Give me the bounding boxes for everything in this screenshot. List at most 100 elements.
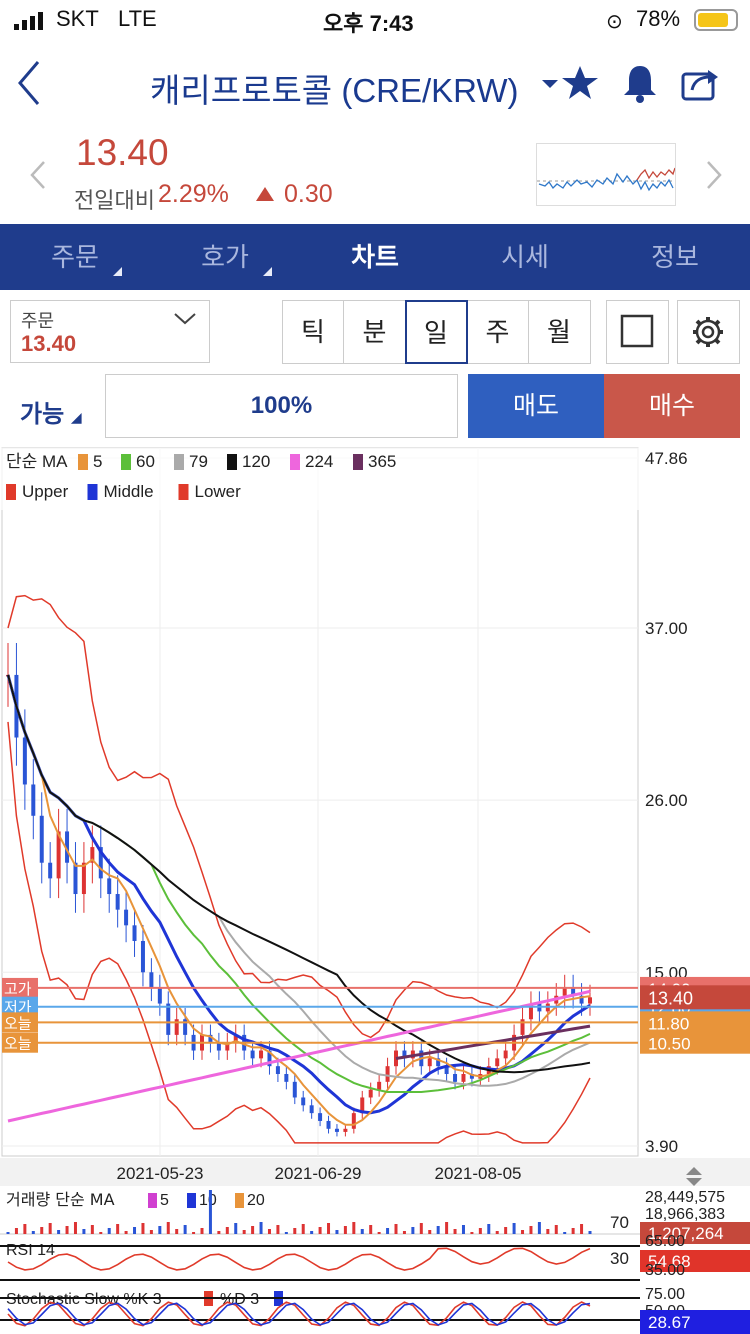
settings-button[interactable] <box>677 300 740 364</box>
rsi-level-label: 70 <box>610 1213 629 1232</box>
volume-bar <box>310 1231 314 1234</box>
volume-bar <box>335 1230 339 1234</box>
tab-info[interactable]: 정보 <box>600 224 750 290</box>
volume-bar <box>352 1222 356 1234</box>
sell-button[interactable]: 매도 <box>468 374 604 438</box>
volume-bar <box>141 1223 145 1234</box>
buy-button[interactable]: 매수 <box>604 374 740 438</box>
candle-body <box>318 1113 323 1121</box>
period-minute[interactable]: 분 <box>343 300 406 364</box>
legend-band: Middle <box>104 482 154 501</box>
ma-legend-label: 단순 MA <box>6 452 68 471</box>
mini-chart[interactable] <box>536 143 676 206</box>
prev-icon[interactable] <box>28 160 48 190</box>
legend-swatch <box>187 1193 196 1208</box>
up-triangle-icon <box>256 187 274 201</box>
volume-bar <box>208 1190 212 1234</box>
volume-bar <box>57 1230 61 1234</box>
candle-body <box>73 862 78 895</box>
period-day[interactable]: 일 <box>404 300 468 364</box>
volume-bar <box>99 1232 103 1234</box>
back-icon[interactable] <box>14 58 44 108</box>
chevron-down-icon[interactable] <box>540 78 560 90</box>
candle-body <box>157 987 162 1004</box>
volume-bar <box>276 1225 280 1234</box>
page-title[interactable]: 캐리프로토콜 (CRE/KRW) <box>150 64 519 112</box>
volume-bar <box>107 1228 111 1234</box>
volume-bar <box>23 1224 27 1234</box>
x-tick-label: 2021-05-23 <box>117 1164 204 1183</box>
volume-label: 거래량 단순 MA <box>6 1190 115 1209</box>
volume-bar <box>293 1228 297 1234</box>
y-tick-label: 37.00 <box>645 619 688 638</box>
candle-body <box>377 1081 382 1090</box>
volume-bar <box>166 1222 170 1234</box>
y-tick-label: 26.00 <box>645 791 688 810</box>
chart-frame <box>1 447 639 1157</box>
next-icon[interactable] <box>704 160 724 190</box>
volume-bar <box>588 1231 592 1234</box>
rsi-level-label: 30 <box>610 1249 629 1268</box>
volume-bar <box>284 1232 288 1234</box>
order-price-select[interactable]: 주문 13.40 <box>10 300 210 363</box>
change-percent: 2.29% <box>158 180 229 208</box>
volume-bar <box>158 1226 162 1234</box>
volume-bar <box>445 1222 449 1234</box>
volume-bar <box>318 1227 322 1234</box>
volume-bar <box>402 1231 406 1234</box>
available-toggle[interactable]: 가능 ◢ <box>20 394 82 429</box>
candle-body <box>326 1120 331 1129</box>
order-value: 13.40 <box>21 331 77 356</box>
price-chart[interactable]: 47.8637.0026.0015.003.90단순 MA 5 60 79 120 224… <box>0 446 750 1334</box>
volume-bar <box>554 1225 558 1234</box>
x-tick-label: 2021-06-29 <box>275 1164 362 1183</box>
price-line-label: 오늘 <box>4 1014 32 1032</box>
period-week[interactable]: 주 <box>466 300 529 364</box>
volume-bar <box>82 1229 86 1234</box>
volume-bar <box>436 1226 440 1234</box>
volume-bar <box>512 1223 516 1234</box>
percent-field[interactable]: 100% <box>105 374 458 438</box>
rsi-axis-tick: 35.00 <box>645 1262 685 1279</box>
candle-body <box>368 1089 373 1098</box>
volume-bar <box>65 1226 69 1234</box>
candle-body <box>115 894 120 910</box>
candle-body <box>334 1128 339 1132</box>
volume-bar <box>90 1225 94 1234</box>
legend-swatch <box>235 1193 244 1208</box>
legend-swatch <box>227 454 237 470</box>
volume-bar <box>48 1223 52 1234</box>
legend-period: 60 <box>136 452 155 471</box>
share-icon[interactable] <box>680 64 720 102</box>
tab-orderbook[interactable]: 호가 <box>150 224 300 290</box>
period-month[interactable]: 월 <box>527 300 591 364</box>
current-price-value: 13.40 <box>648 988 693 1008</box>
legend-swatch <box>78 454 88 470</box>
volume-bar <box>14 1228 18 1234</box>
candle-body <box>166 1003 171 1035</box>
volume-bar <box>31 1231 35 1234</box>
volume-bar <box>343 1226 347 1234</box>
volume-bar <box>546 1229 550 1234</box>
period-selector: 틱 분 일 주 월 <box>281 300 591 364</box>
rotation-lock-icon: ⊙ <box>606 11 623 33</box>
date-axis-bg <box>0 1158 750 1186</box>
legend-period: 10 <box>199 1192 217 1209</box>
rsi-label: RSI 14 <box>6 1242 55 1259</box>
chevron-down-icon <box>174 313 196 325</box>
tab-market[interactable]: 시세 <box>450 224 600 290</box>
volume-bar <box>495 1231 499 1234</box>
tab-order[interactable]: 주문 <box>0 224 150 290</box>
volume-bar <box>124 1231 128 1234</box>
volume-bar <box>521 1230 525 1234</box>
volume-bar <box>259 1222 263 1234</box>
fullscreen-button[interactable] <box>606 300 669 364</box>
bell-icon[interactable] <box>620 62 660 104</box>
stoch-axis-tick: 75.00 <box>645 1286 685 1303</box>
legend-period: 120 <box>242 452 270 471</box>
candle-body <box>562 987 567 996</box>
tab-chart[interactable]: 차트 <box>300 224 450 290</box>
volume-bar <box>175 1229 179 1234</box>
star-icon[interactable] <box>560 64 600 102</box>
period-tick[interactable]: 틱 <box>281 300 345 364</box>
